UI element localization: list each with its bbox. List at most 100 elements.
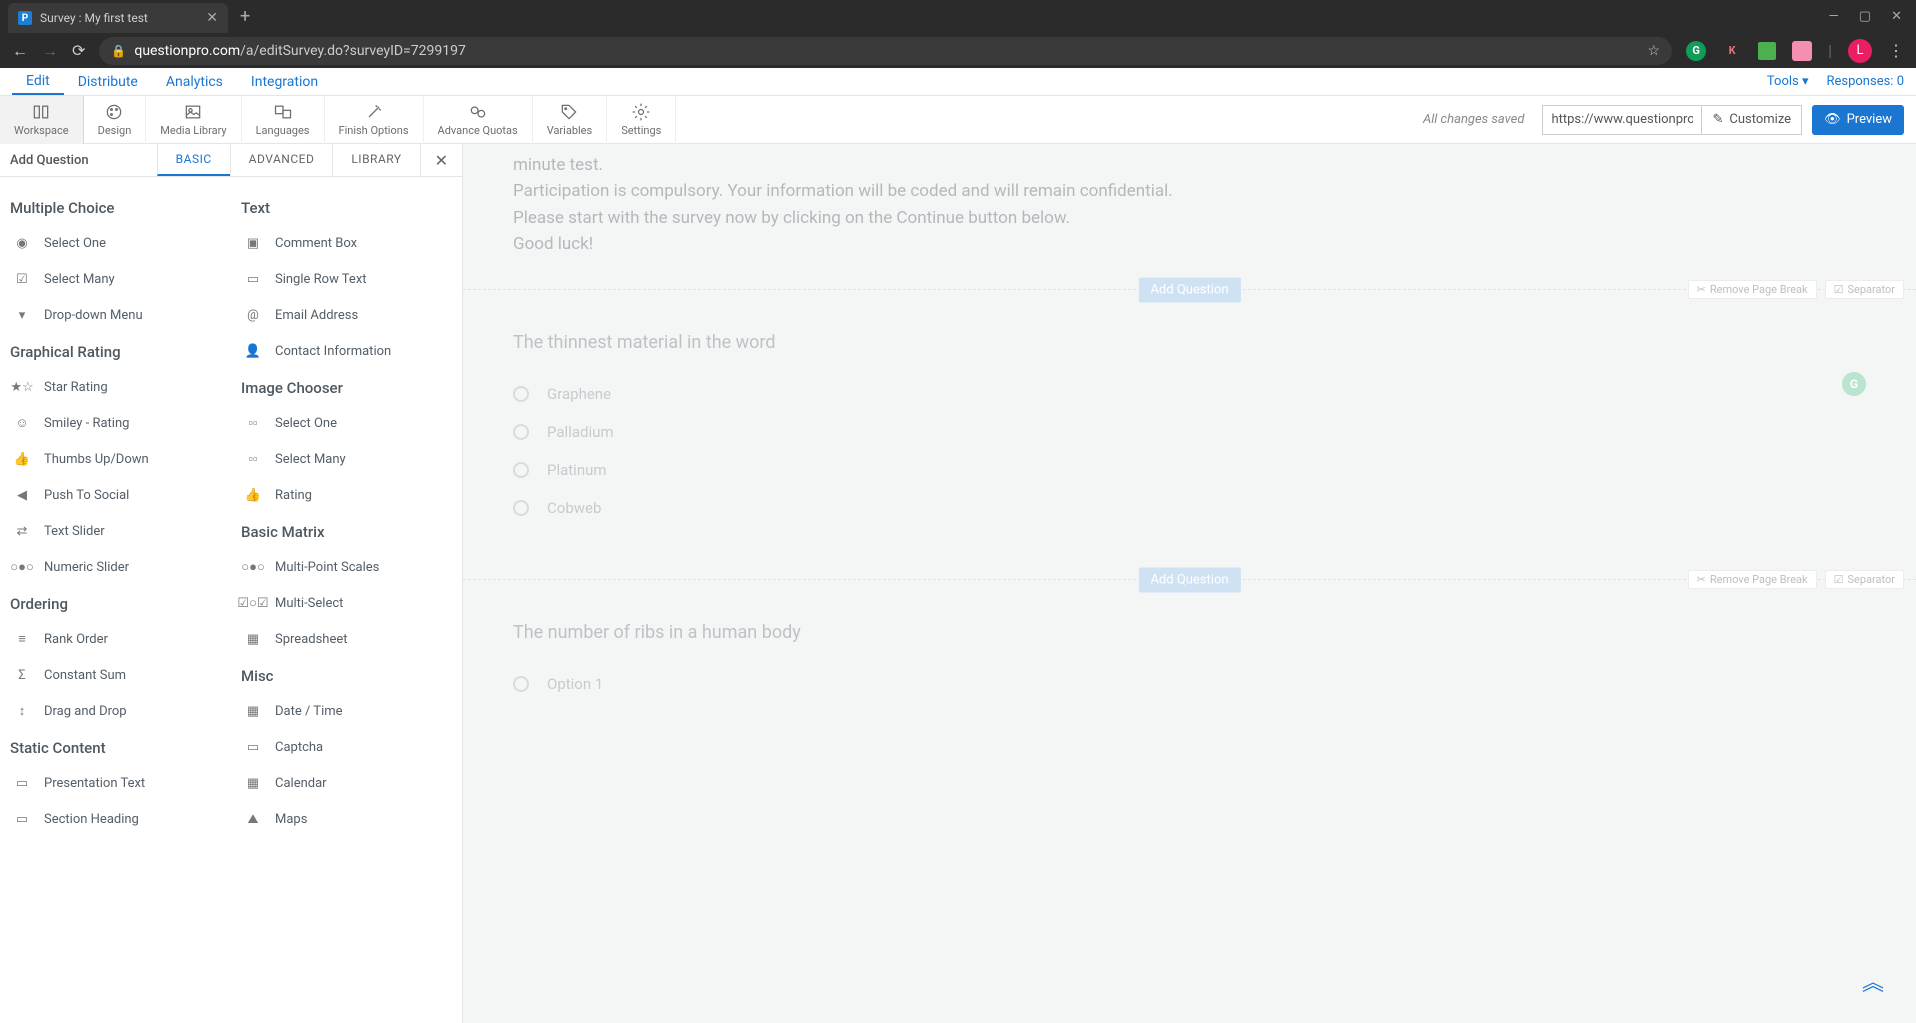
browser-tab[interactable]: P Survey : My first test ✕ — [8, 3, 228, 33]
window-controls: — ▢ ✕ — [1829, 9, 1916, 24]
survey-url-field[interactable] — [1542, 105, 1702, 135]
qtype-email[interactable]: @Email Address — [241, 297, 452, 333]
option-row[interactable]: Platinum — [513, 451, 1866, 489]
qtype-comment-box[interactable]: ▣Comment Box — [241, 225, 452, 261]
captcha-icon: ▭ — [243, 737, 263, 757]
qtype-rank-order[interactable]: ≡Rank Order — [10, 621, 221, 657]
check-icon: ☑ — [1834, 283, 1844, 296]
sidebar-col-1: Multiple Choice ◉Select One ☑Select Many… — [10, 189, 221, 1011]
toolbar-finish-options[interactable]: Finish Options — [325, 96, 424, 144]
question-title: The thinnest material in the word — [513, 332, 1866, 353]
toolbar-workspace[interactable]: Workspace — [0, 96, 84, 144]
calendar-icon: ▦ — [243, 701, 263, 721]
tab-library[interactable]: LIBRARY — [332, 144, 419, 176]
qtype-single-row-text[interactable]: ▭Single Row Text — [241, 261, 452, 297]
rank-icon: ≡ — [12, 629, 32, 649]
question-block-1[interactable]: The thinnest material in the word Graphe… — [463, 302, 1916, 567]
nav-analytics[interactable]: Analytics — [152, 70, 237, 94]
tab-advanced[interactable]: ADVANCED — [230, 144, 333, 176]
qtype-img-select-one[interactable]: ▫▫Select One — [241, 405, 452, 441]
minimize-icon[interactable]: — — [1829, 9, 1839, 24]
qtype-presentation-text[interactable]: ▭Presentation Text — [10, 765, 221, 801]
tools-dropdown[interactable]: Tools ▾ — [1767, 74, 1809, 89]
toolbar-design[interactable]: Design — [84, 96, 147, 144]
qtype-section-heading[interactable]: ▭Section Heading — [10, 801, 221, 837]
slider-icon: ⇄ — [12, 521, 32, 541]
add-question-button[interactable]: Add Question — [1138, 278, 1240, 303]
qtype-contact-info[interactable]: 👤Contact Information — [241, 333, 452, 369]
qtype-multi-point[interactable]: ○●○Multi-Point Scales — [241, 549, 452, 585]
toolbar-variables[interactable]: Variables — [533, 96, 608, 144]
qtype-img-rating[interactable]: 👍Rating — [241, 477, 452, 513]
qtype-maps[interactable]: ⛰Maps — [241, 801, 452, 837]
qtype-dropdown[interactable]: ▾Drop-down Menu — [10, 297, 221, 333]
qtype-spreadsheet[interactable]: ▦Spreadsheet — [241, 621, 452, 657]
maximize-icon[interactable]: ▢ — [1859, 9, 1871, 24]
dropdown-icon: ▾ — [12, 305, 32, 325]
radio-icon — [513, 500, 529, 516]
option-row[interactable]: Graphene — [513, 375, 1866, 413]
close-sidebar-button[interactable]: ✕ — [420, 144, 462, 177]
back-button[interactable]: ← — [12, 41, 28, 61]
eye-icon: 👁 — [1824, 112, 1841, 127]
separator-button[interactable]: ☑Separator — [1825, 280, 1904, 299]
qtype-constant-sum[interactable]: ΣConstant Sum — [10, 657, 221, 693]
remove-page-break-button[interactable]: ✂Remove Page Break — [1688, 570, 1817, 589]
grammarly-badge[interactable]: G — [1842, 372, 1866, 396]
address-bar[interactable]: 🔒 questionpro.com/a/editSurvey.do?survey… — [99, 37, 1672, 65]
toolbar-advance-quotas[interactable]: Advance Quotas — [424, 96, 533, 144]
close-window-icon[interactable]: ✕ — [1891, 9, 1902, 24]
thumb-icon: 👍 — [12, 449, 32, 469]
main-area: Add Question BASIC ADVANCED LIBRARY ✕ Mu… — [0, 144, 1916, 1023]
chrome-menu-icon[interactable]: ⋮ — [1888, 41, 1904, 60]
tab-basic[interactable]: BASIC — [157, 144, 230, 176]
add-question-button[interactable]: Add Question — [1138, 568, 1240, 593]
option-row[interactable]: Palladium — [513, 413, 1866, 451]
survey-canvas: minute test. Participation is compulsory… — [463, 144, 1916, 1023]
scroll-to-top-button[interactable]: ︽ — [1862, 965, 1884, 997]
qtype-img-select-many[interactable]: ▫▫Select Many — [241, 441, 452, 477]
intro-text-block[interactable]: minute test. Participation is compulsory… — [463, 144, 1916, 277]
option-row[interactable]: Cobweb — [513, 489, 1866, 527]
qtype-select-many[interactable]: ☑Select Many — [10, 261, 221, 297]
extension-green-icon[interactable] — [1758, 42, 1776, 60]
extension-pink-icon[interactable] — [1792, 41, 1812, 61]
qtype-smiley-rating[interactable]: ☺Smiley - Rating — [10, 405, 221, 441]
forward-button[interactable]: → — [42, 41, 58, 61]
nav-edit[interactable]: Edit — [12, 69, 64, 95]
toolbar-languages[interactable]: Languages — [242, 96, 325, 144]
qtype-select-one[interactable]: ◉Select One — [10, 225, 221, 261]
star-icon[interactable]: ☆ — [1648, 43, 1661, 59]
qtype-date-time[interactable]: ▦Date / Time — [241, 693, 452, 729]
nav-integration[interactable]: Integration — [237, 70, 332, 94]
remove-page-break-button[interactable]: ✂Remove Page Break — [1688, 280, 1817, 299]
toolbar-settings[interactable]: Settings — [607, 96, 676, 144]
close-icon[interactable]: ✕ — [206, 10, 218, 26]
customize-button[interactable]: ✎ Customize — [1702, 105, 1802, 135]
qtype-push-social[interactable]: ◀Push To Social — [10, 477, 221, 513]
qtype-multi-select[interactable]: ☑○☑Multi-Select — [241, 585, 452, 621]
grammarly-icon[interactable]: G — [1686, 41, 1706, 61]
profile-avatar[interactable]: L — [1848, 39, 1872, 63]
question-title: The number of ribs in a human body — [513, 622, 1866, 643]
nav-distribute[interactable]: Distribute — [64, 70, 152, 94]
qtype-calendar[interactable]: ▦Calendar — [241, 765, 452, 801]
extension-k-icon[interactable]: K — [1722, 41, 1742, 61]
qtype-star-rating[interactable]: ★☆Star Rating — [10, 369, 221, 405]
reload-button[interactable]: ⟳ — [72, 41, 85, 60]
qtype-thumbs[interactable]: 👍Thumbs Up/Down — [10, 441, 221, 477]
question-block-2[interactable]: The number of ribs in a human body Optio… — [463, 592, 1916, 743]
qtype-drag-drop[interactable]: ↕Drag and Drop — [10, 693, 221, 729]
separator-button[interactable]: ☑Separator — [1825, 570, 1904, 589]
qtype-numeric-slider[interactable]: ○●○Numeric Slider — [10, 549, 221, 585]
toolbar-media-library[interactable]: Media Library — [146, 96, 241, 144]
extensions-area: G K | L ⋮ — [1686, 39, 1904, 63]
option-row[interactable]: Option 1 — [513, 665, 1866, 703]
responses-link[interactable]: Responses: 0 — [1826, 74, 1904, 89]
sigma-icon: Σ — [12, 665, 32, 685]
qtype-captcha[interactable]: ▭Captcha — [241, 729, 452, 765]
qtype-text-slider[interactable]: ⇄Text Slider — [10, 513, 221, 549]
new-tab-button[interactable]: + — [228, 6, 262, 27]
heading-multiple-choice: Multiple Choice — [10, 199, 221, 217]
preview-button[interactable]: 👁 Preview — [1812, 105, 1904, 135]
